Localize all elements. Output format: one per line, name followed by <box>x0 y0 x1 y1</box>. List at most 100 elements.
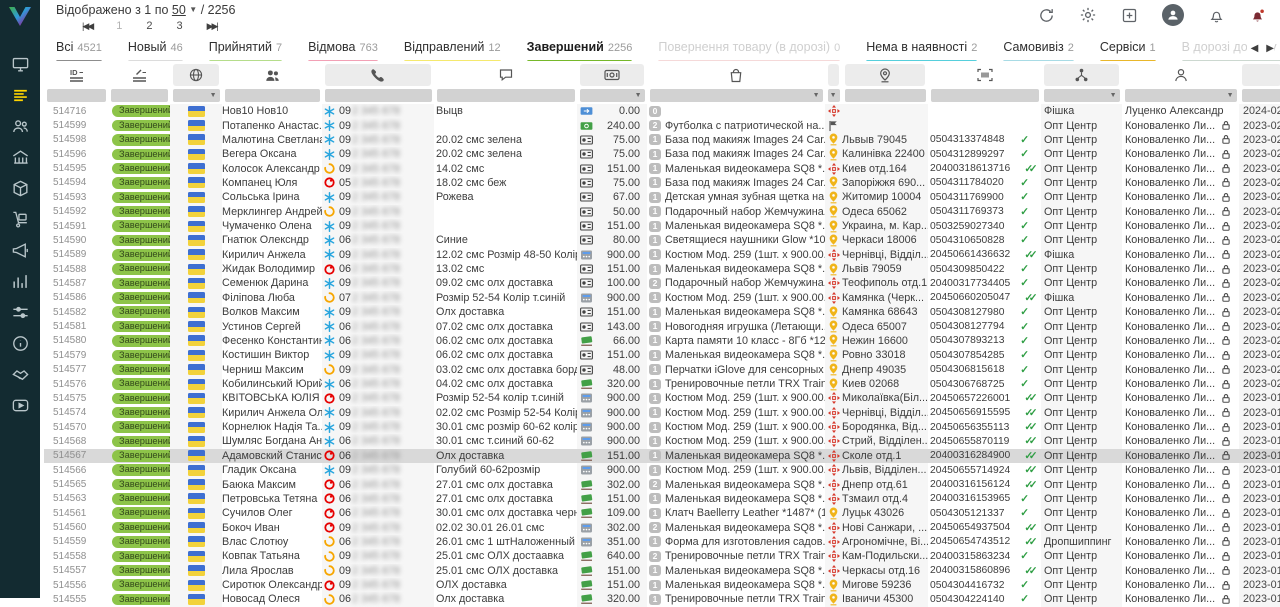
chevron-down-icon[interactable]: ▼ <box>189 5 197 14</box>
table-row[interactable]: 514586ЗавершенийФіліпова Люба072 345 678… <box>44 291 1280 305</box>
sidebar-item-dashboard[interactable] <box>11 53 30 76</box>
table-row[interactable]: 514576ЗавершенийКобилинський Юрий062 345… <box>44 377 1280 391</box>
column-header-comment[interactable] <box>434 63 577 87</box>
add-square-icon[interactable] <box>1121 7 1138 24</box>
filter-caret-icon[interactable]: ▼ <box>830 92 840 99</box>
filter-input-id[interactable] <box>47 89 106 102</box>
tab-5[interactable]: Відправлений12 <box>404 38 501 61</box>
sidebar-item-info[interactable] <box>11 332 30 355</box>
tab-1[interactable]: Всі4521 <box>56 38 102 61</box>
table-row[interactable]: 514565ЗавершенийБаюка Максим062 345 6782… <box>44 477 1280 491</box>
tab-8[interactable]: Нема в наявності2 <box>866 38 977 61</box>
table-row[interactable]: 514594ЗавершенийКомпанец Юля052 345 6781… <box>44 176 1280 190</box>
table-row[interactable]: 514570ЗавершенийКорнелюк Надія Та...092 … <box>44 420 1280 434</box>
table-row[interactable]: 514579ЗавершенийКостишин Виктор092 345 6… <box>44 348 1280 362</box>
tab-4[interactable]: Відмова763 <box>308 38 378 61</box>
table-row[interactable]: 514566ЗавершенийГладик Оксана092 345 678… <box>44 463 1280 477</box>
filter-input-manager[interactable]: ▼ <box>1125 89 1237 102</box>
table-row[interactable]: 514593ЗавершенийСольська Ірина092 345 67… <box>44 190 1280 204</box>
column-header-money[interactable] <box>577 63 647 87</box>
filter-caret-icon[interactable]: ▼ <box>210 92 220 99</box>
table-row[interactable]: 514557ЗавершенийЛила Ярослав092 345 6782… <box>44 564 1280 578</box>
table-row[interactable]: 514577ЗавершенийЧерниш Максим092 345 678… <box>44 362 1280 376</box>
sidebar-item-orders[interactable] <box>11 84 30 107</box>
table-row[interactable]: 514574ЗавершенийКирилич Анжела Ол...092 … <box>44 406 1280 420</box>
sidebar-item-statistics[interactable] <box>11 270 30 293</box>
tab-7[interactable]: Повернення товару (в дорозі)0 <box>658 38 840 61</box>
pager-last-icon[interactable]: ▶▶| <box>207 21 217 32</box>
page-size-dropdown[interactable]: 50 <box>172 3 186 17</box>
table-row[interactable]: 514589ЗавершенийКирилич Анжела092 345 67… <box>44 248 1280 262</box>
filter-input-date[interactable] <box>1242 89 1280 102</box>
pager-first-icon[interactable]: |◀◀ <box>82 21 92 32</box>
tab-9[interactable]: Самовивіз2 <box>1003 38 1074 61</box>
column-header-channel[interactable] <box>1041 63 1122 87</box>
table-row[interactable]: 514560ЗавершенийБокоч Иван092 345 67802.… <box>44 520 1280 534</box>
column-header-name[interactable] <box>222 63 322 87</box>
table-row[interactable]: 514568ЗавершенийШумляс Богдана Ан...062 … <box>44 434 1280 448</box>
column-header-flag[interactable] <box>170 63 222 87</box>
sidebar-item-settings[interactable] <box>11 301 30 324</box>
table-row[interactable]: 514587ЗавершенийСеменюк Дарина092 345 67… <box>44 276 1280 290</box>
sidebar-item-marketing[interactable] <box>11 239 30 262</box>
table-row[interactable]: 514561ЗавершенийСучилов Олег062 345 6783… <box>44 506 1280 520</box>
filter-input-channel[interactable]: ▼ <box>1044 89 1120 102</box>
column-header-date[interactable] <box>1239 63 1280 87</box>
column-header-manager[interactable] <box>1122 63 1239 87</box>
filter-input-money[interactable]: ▼ <box>580 89 645 102</box>
column-header-phone[interactable] <box>322 63 434 87</box>
refresh-icon[interactable] <box>1038 7 1055 24</box>
app-logo[interactable] <box>7 5 33 29</box>
column-header-product[interactable] <box>647 63 825 87</box>
tab-2[interactable]: Новый46 <box>128 38 183 61</box>
table-row[interactable]: 514563ЗавершенийПетровська Тетяна062 345… <box>44 492 1280 506</box>
filter-caret-icon[interactable]: ▼ <box>1227 92 1237 99</box>
filter-input-product[interactable]: ▼ <box>650 89 823 102</box>
filter-input-location[interactable] <box>845 89 926 102</box>
table-row[interactable]: 514595ЗавершенийКолосок Александр092 345… <box>44 161 1280 175</box>
column-header-carrier[interactable] <box>825 63 842 87</box>
table-row[interactable]: 514592ЗавершенийМерклингер Андрей092 345… <box>44 205 1280 219</box>
table-row[interactable]: 514581ЗавершенийУстинов Сергей062 345 67… <box>44 319 1280 333</box>
filter-input-flag[interactable]: ▼ <box>173 89 220 102</box>
table-row[interactable]: 514590ЗавершенийГнатюк Олексндр062 345 6… <box>44 233 1280 247</box>
sidebar-item-products[interactable] <box>11 177 30 200</box>
sidebar-item-partners[interactable] <box>11 363 30 386</box>
table-row[interactable]: 514599ЗавершенийПотапенко Анастас...092 … <box>44 118 1280 132</box>
alert-bell-icon[interactable] <box>1249 7 1266 24</box>
sidebar-item-clients[interactable] <box>11 115 30 138</box>
filter-input-phone[interactable] <box>325 89 432 102</box>
tabs-scroll-left-icon[interactable]: ◀ <box>1251 43 1259 54</box>
tab-10[interactable]: Сервіси1 <box>1100 38 1156 61</box>
table-row[interactable]: 514580ЗавершенийФесенко Константин062 34… <box>44 334 1280 348</box>
table-row[interactable]: 514582ЗавершенийВолков Максим092 345 678… <box>44 305 1280 319</box>
table-row[interactable]: 514575ЗавершенийКВІТОВСЬКА ЮЛІЯ092 345 6… <box>44 391 1280 405</box>
table-row[interactable]: 514596ЗавершенийВегера Оксана092 345 678… <box>44 147 1280 161</box>
table-row[interactable]: 514558ЗавершенийКовпак Татьяна092 345 67… <box>44 549 1280 563</box>
sidebar-item-shipping[interactable] <box>11 208 30 231</box>
column-header-location[interactable] <box>842 63 928 87</box>
column-header-id[interactable]: ID <box>44 63 108 87</box>
column-header-status[interactable] <box>108 63 170 87</box>
filter-input-comment[interactable] <box>437 89 575 102</box>
settings-gear-icon[interactable] <box>1079 6 1097 24</box>
table-row[interactable]: 514716ЗавершенийНов10 Нов10092 345 678Вы… <box>44 104 1280 118</box>
table-row[interactable]: 514567ЗавершенийАдамовский Станис...062 … <box>44 449 1280 463</box>
tabs-scroll-right-icon[interactable]: ▶ <box>1266 43 1274 54</box>
filter-input-ttn[interactable] <box>931 89 1039 102</box>
filter-input-status[interactable] <box>111 89 168 102</box>
user-avatar-icon[interactable] <box>1162 4 1184 26</box>
sidebar-item-tutorials[interactable] <box>11 394 30 417</box>
table-row[interactable]: 514598ЗавершенийМалютина Светлана092 345… <box>44 133 1280 147</box>
filter-caret-icon[interactable]: ▼ <box>1110 92 1120 99</box>
filter-input-name[interactable] <box>225 89 320 102</box>
table-row[interactable]: 514556ЗавершенийСиротюк Олександр092 345… <box>44 578 1280 592</box>
notifications-bell-icon[interactable] <box>1208 7 1225 24</box>
table-row[interactable]: 514559ЗавершенийВлас Слотюу062 345 67826… <box>44 535 1280 549</box>
filter-caret-icon[interactable]: ▼ <box>813 92 823 99</box>
table-row[interactable]: 514591ЗавершенийЧумаченко Олена092 345 6… <box>44 219 1280 233</box>
table-row[interactable]: 514588ЗавершенийЖидак Володимир062 345 6… <box>44 262 1280 276</box>
filter-input-carrier[interactable]: ▼ <box>828 89 840 102</box>
column-header-ttn[interactable] <box>928 63 1041 87</box>
tab-3[interactable]: Прийнятий7 <box>209 38 282 61</box>
